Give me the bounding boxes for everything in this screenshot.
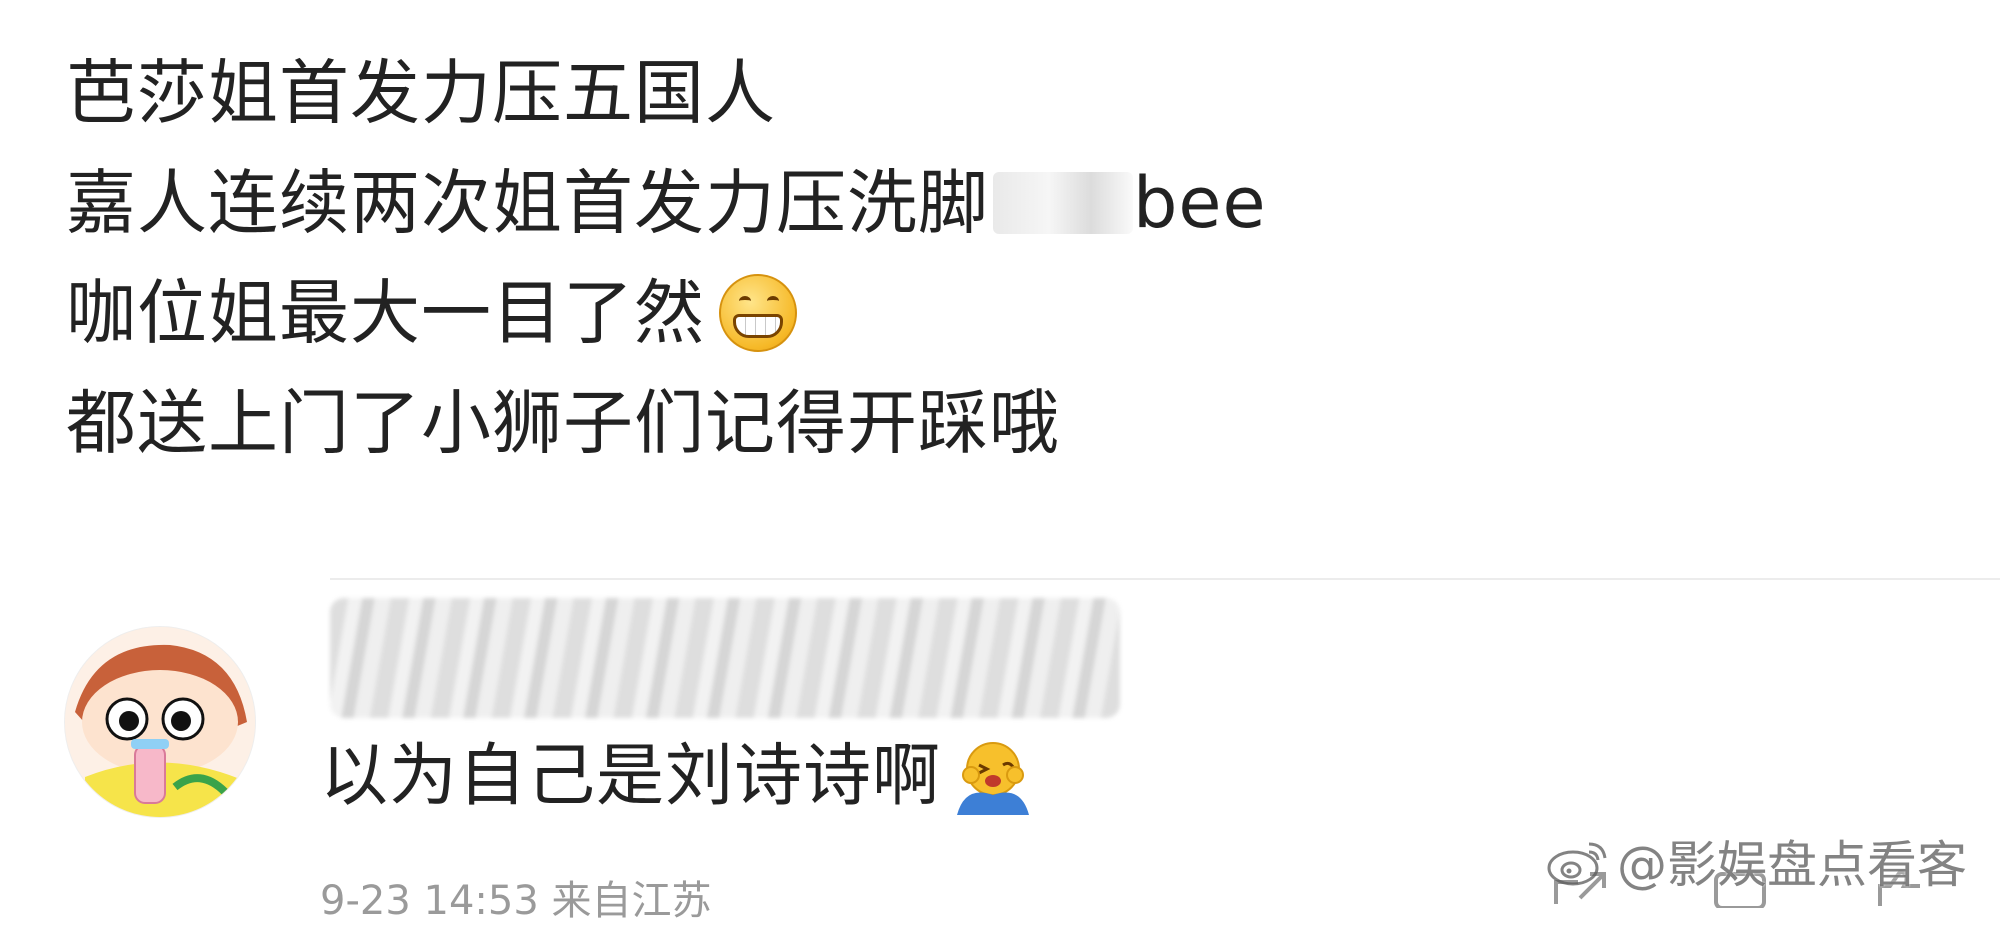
post-line-text-tail: bee	[1133, 162, 1267, 244]
redacted-blur	[993, 172, 1133, 234]
post-line-text: 嘉人连续两次姐首发力压洗脚	[66, 162, 989, 244]
post-line-3: 咖位姐最大一目了然	[66, 258, 1267, 368]
comment-meta: 9-23 14:53 来自江苏	[320, 878, 712, 924]
comment-text: 以为自己是刘诗诗啊	[320, 735, 1035, 819]
grinning-face-icon	[719, 274, 797, 352]
post-line-text: 芭莎姐首发力压五国人	[66, 52, 776, 134]
post-line-text: 咖位姐最大一目了然	[66, 272, 705, 354]
comment-text-content: 以为自己是刘诗诗啊	[320, 737, 942, 816]
post-line-4: 都送上门了小狮子们记得开踩哦	[66, 368, 1267, 478]
watermark: @影娱盘点看客	[1545, 825, 1967, 897]
username-blurred	[330, 598, 1120, 718]
avatar[interactable]	[64, 626, 256, 818]
post-body: 芭莎姐首发力压五国人 嘉人连续两次姐首发力压洗脚 bee 咖位姐最大一目了然 都…	[66, 38, 1267, 478]
post-line-text: 都送上门了小狮子们记得开踩哦	[66, 382, 1060, 464]
hand-over-face-icon	[951, 735, 1035, 819]
cartoon-avatar-icon	[65, 627, 255, 817]
watermark-text: @影娱盘点看客	[1617, 836, 1967, 894]
post-line-1: 芭莎姐首发力压五国人	[66, 38, 1267, 148]
divider	[330, 578, 2000, 580]
weibo-icon	[1547, 842, 1607, 886]
post-line-2: 嘉人连续两次姐首发力压洗脚 bee	[66, 148, 1267, 258]
